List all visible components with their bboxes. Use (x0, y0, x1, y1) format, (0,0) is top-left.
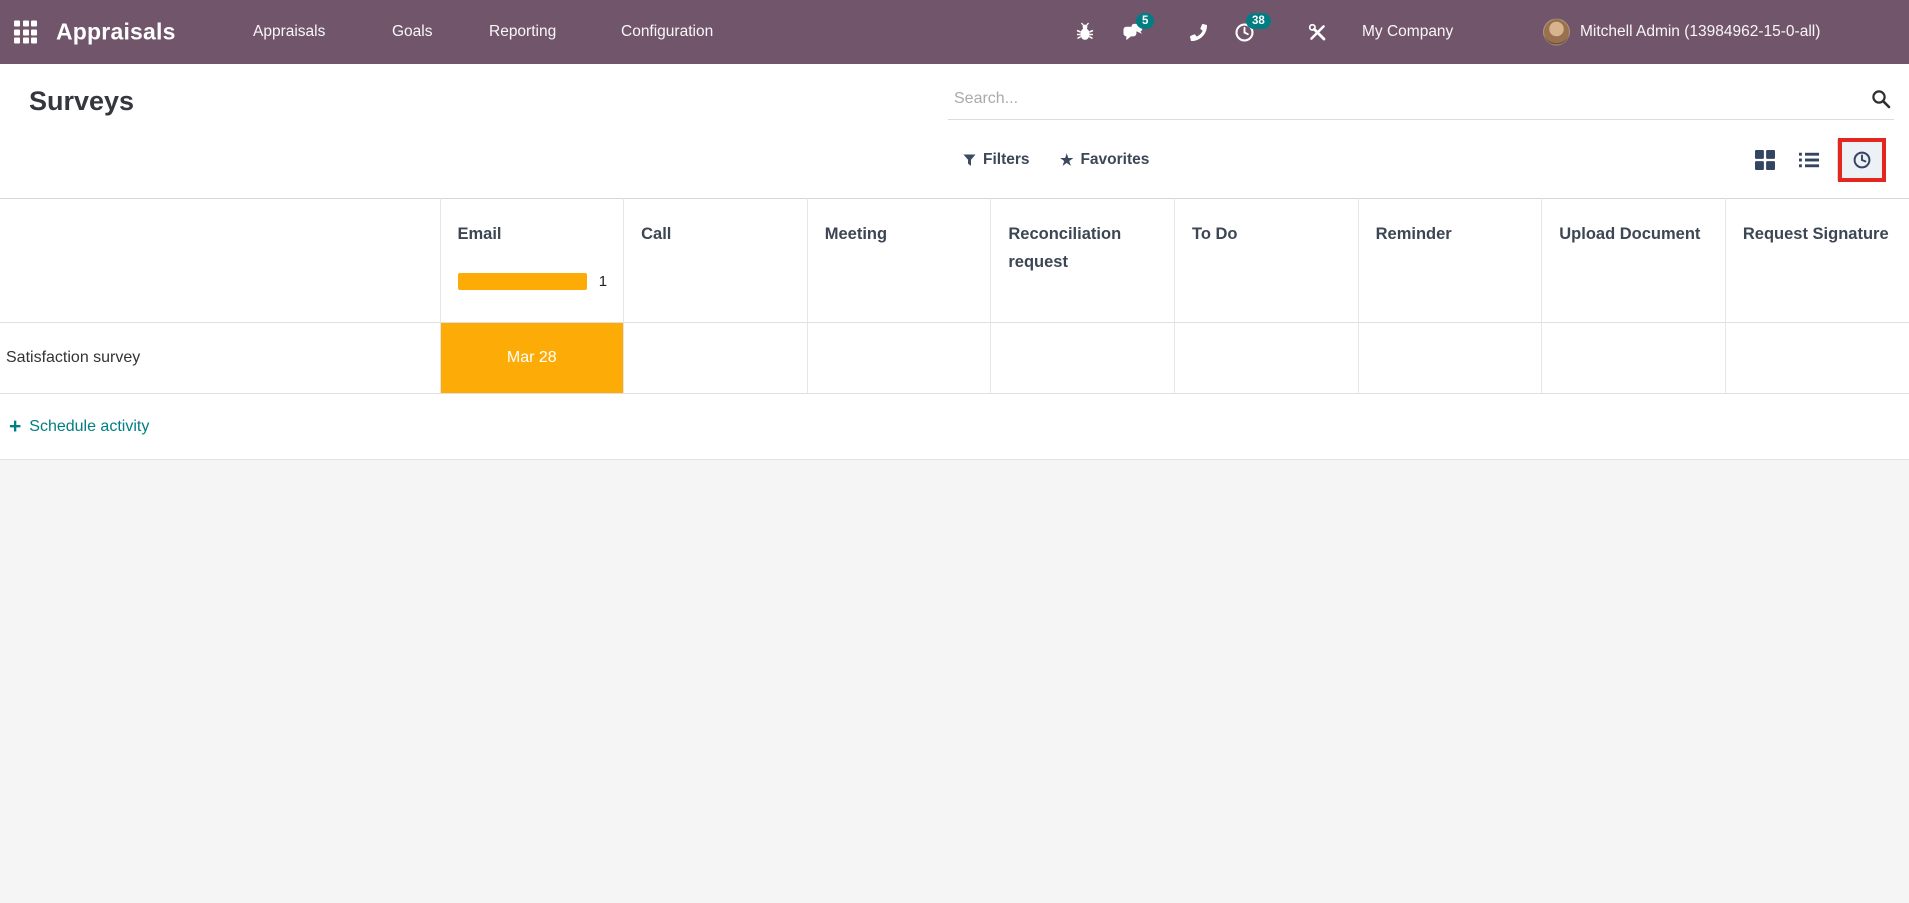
list-view-button[interactable] (1787, 146, 1831, 174)
menu-appraisals[interactable]: Appraisals (253, 23, 325, 41)
apps-menu-icon[interactable] (14, 20, 37, 44)
activities-clock-icon[interactable]: 38 (1233, 13, 1271, 43)
favorites-button[interactable]: ★ Favorites (1060, 151, 1149, 169)
column-header-upload-document: Upload Document (1541, 198, 1726, 323)
schedule-activity-row: + Schedule activity (0, 393, 1909, 460)
menu-configuration[interactable]: Configuration (621, 23, 713, 41)
odoo-app-window: Appraisals Appraisals Goals Reporting Co… (0, 0, 1909, 903)
record-column-header (0, 198, 440, 323)
activity-cell-upload-document[interactable] (1541, 322, 1726, 394)
activity-cell-reconciliation-request[interactable] (990, 322, 1175, 394)
activity-cell-email-due[interactable]: Mar 28 (440, 323, 624, 393)
funnel-icon (963, 153, 976, 166)
activity-cell-todo[interactable] (1174, 322, 1359, 394)
email-progressbar[interactable] (457, 273, 587, 290)
search-icon[interactable] (1868, 86, 1894, 112)
activities-badge: 38 (1246, 13, 1271, 29)
star-icon: ★ (1060, 151, 1074, 169)
phone-icon[interactable] (1187, 21, 1209, 43)
column-header-request-signature: Request Signature (1724, 198, 1909, 323)
table-row: Satisfaction survey Mar 28 (0, 322, 1909, 394)
search-bar (948, 78, 1894, 120)
activity-header-row: Email 1 Call Meeting Reconciliation requ… (0, 198, 1909, 323)
activity-view-table: Email 1 Call Meeting Reconciliation requ… (0, 198, 1909, 460)
email-count: 1 (598, 273, 608, 290)
column-header-call: Call (623, 198, 808, 323)
record-name[interactable]: Satisfaction survey (0, 349, 440, 367)
activity-view-button[interactable] (1842, 142, 1882, 178)
company-switcher[interactable]: My Company (1362, 23, 1453, 41)
user-menu[interactable]: Mitchell Admin (13984962-15-0-all) (1580, 23, 1820, 41)
column-header-meeting: Meeting (806, 198, 991, 323)
plus-icon: + (9, 415, 22, 438)
activity-cell-meeting[interactable] (806, 322, 991, 394)
column-header-reminder: Reminder (1357, 198, 1542, 323)
column-header-todo: To Do (1174, 198, 1359, 323)
user-avatar[interactable] (1543, 18, 1570, 46)
tools-icon[interactable] (1306, 21, 1328, 43)
filter-bar: Filters ★ Favorites (0, 136, 1909, 184)
app-title[interactable]: Appraisals (56, 19, 176, 46)
messages-icon[interactable]: 5 (1123, 13, 1155, 43)
schedule-activity-button[interactable]: + Schedule activity (0, 416, 440, 437)
bug-icon[interactable] (1074, 21, 1096, 43)
kanban-icon (1755, 150, 1775, 170)
search-input[interactable] (948, 89, 1868, 108)
messages-badge: 5 (1136, 13, 1155, 29)
page-title: Surveys (29, 86, 135, 116)
top-navbar: Appraisals Appraisals Goals Reporting Co… (0, 0, 1909, 64)
activity-cell-call[interactable] (623, 322, 808, 394)
kanban-view-button[interactable] (1743, 144, 1787, 176)
column-header-email: Email 1 (439, 198, 624, 323)
activity-cell-request-signature[interactable] (1724, 322, 1909, 394)
activity-cell-reminder[interactable] (1357, 322, 1542, 394)
menu-reporting[interactable]: Reporting (489, 23, 556, 41)
column-header-reconciliation-request: Reconciliation request (990, 198, 1175, 323)
activity-clock-icon (1853, 151, 1871, 169)
annotation-highlight-box (1838, 138, 1886, 182)
filters-button[interactable]: Filters (963, 151, 1030, 169)
view-switcher (1743, 138, 1886, 182)
menu-goals[interactable]: Goals (392, 23, 433, 41)
control-panel: Surveys Filters ★ Favorites (0, 64, 1909, 198)
list-icon (1799, 152, 1819, 168)
schedule-row-empty-area (440, 393, 1909, 460)
page-background (0, 460, 1909, 903)
email-progress: 1 (457, 273, 608, 290)
